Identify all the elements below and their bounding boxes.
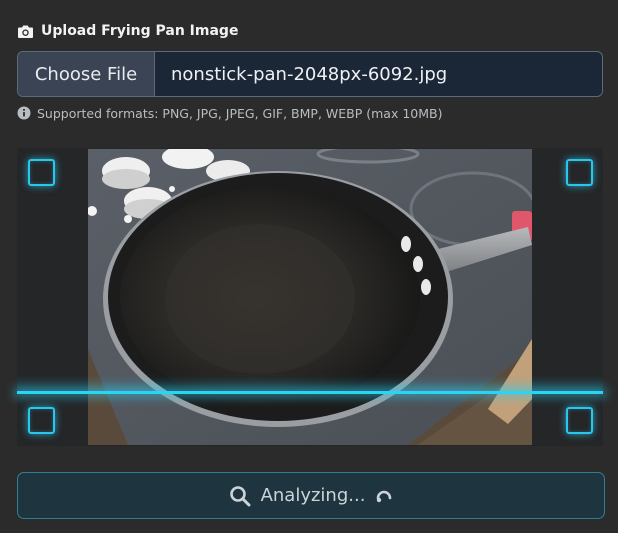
analyze-button-label: Analyzing... (260, 485, 366, 506)
image-preview-area (17, 148, 603, 446)
supported-formats-hint: Supported formats: PNG, JPG, JPEG, GIF, … (17, 104, 442, 122)
scan-corner-top-left (28, 159, 55, 186)
supported-formats-text: Supported formats: PNG, JPG, JPEG, GIF, … (37, 105, 443, 121)
frying-pan-photo (88, 149, 532, 445)
scan-line (17, 391, 603, 394)
upload-heading: Upload Frying Pan Image (17, 21, 238, 41)
scan-corner-bottom-left (28, 407, 55, 434)
camera-icon (17, 24, 34, 39)
file-input[interactable]: Choose File nonstick-pan-2048px-6092.jpg (17, 51, 603, 97)
upload-panel: Upload Frying Pan Image Choose File nons… (0, 0, 618, 533)
info-icon (17, 106, 31, 120)
upload-heading-label: Upload Frying Pan Image (41, 23, 239, 39)
choose-file-button[interactable]: Choose File (18, 52, 155, 96)
analyze-button[interactable]: Analyzing... (17, 472, 605, 519)
scan-corner-bottom-right (566, 407, 593, 434)
spinner-icon (375, 487, 393, 505)
search-icon (229, 485, 251, 507)
selected-file-name: nonstick-pan-2048px-6092.jpg (171, 63, 448, 85)
scan-corner-top-right (566, 159, 593, 186)
